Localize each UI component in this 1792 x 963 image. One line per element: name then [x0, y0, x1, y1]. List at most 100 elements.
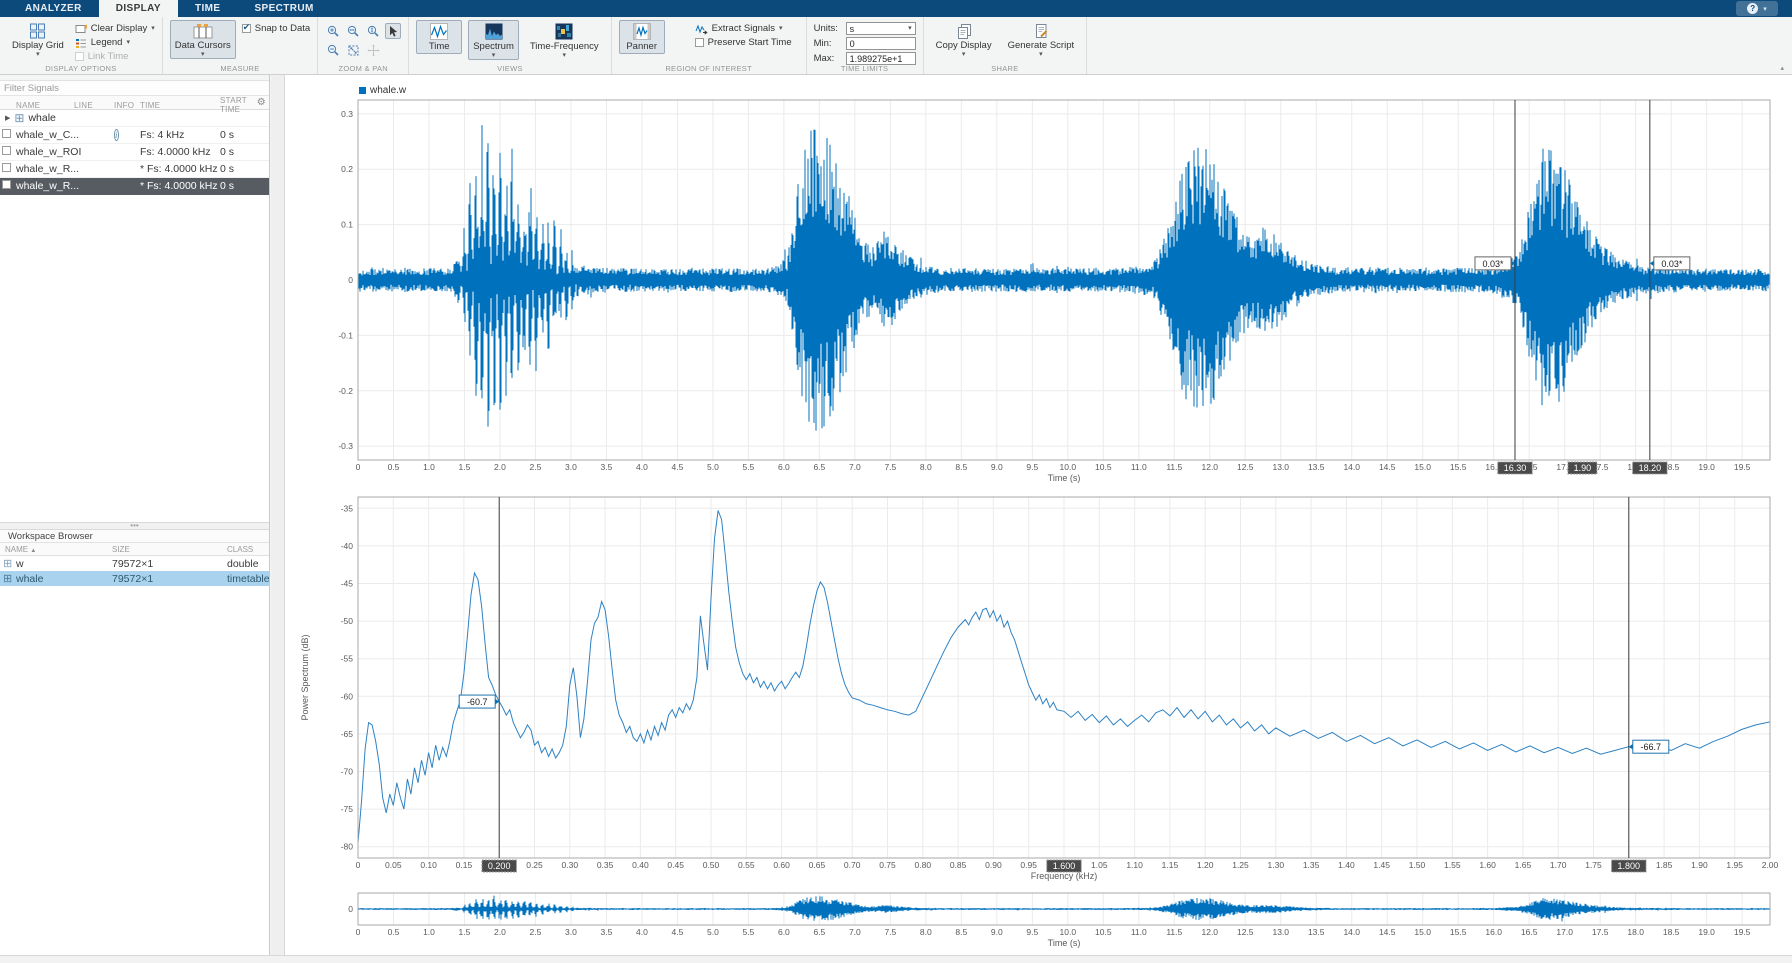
signal-start-time: 0 s — [220, 180, 235, 192]
legend-button[interactable]: Legend ▾ — [75, 36, 155, 49]
preserve-start-time-checkbox-box[interactable] — [694, 38, 704, 47]
cursor-value-label: -66.7 — [1641, 742, 1662, 752]
axis-tick-label: 1.10 — [1126, 860, 1143, 870]
legend: whale.w — [359, 85, 406, 96]
column-name[interactable]: NAME — [16, 101, 74, 110]
zoom-out-button[interactable] — [325, 42, 341, 58]
workspace-row[interactable]: ⊞ w 79572×1 double — [0, 556, 269, 571]
axis-tick-label: 12.0 — [1201, 927, 1218, 937]
display-grid-icon — [29, 23, 46, 39]
axis-tick-label: 1.95 — [1726, 860, 1743, 870]
axis-tick-label: 15.0 — [1414, 462, 1431, 472]
extract-signals-button[interactable]: Extract Signals ▾ — [695, 22, 792, 35]
axis-tick-label: -60 — [341, 691, 354, 701]
legend-icon — [75, 37, 87, 49]
data-cursors-button[interactable]: Data Cursors ▾ — [169, 20, 236, 59]
axis-tick-label: 0 — [348, 275, 353, 285]
copy-display-button[interactable]: Copy Display ▾ — [931, 20, 997, 59]
axis-tick-label: 1.45 — [1373, 860, 1390, 870]
axis-tick-label: 11.0 — [1131, 927, 1147, 937]
sidebar-scroll-gutter[interactable] — [271, 75, 285, 955]
display-area: whale.w 0 0.5 1.0 1.5 2.0 2.5 3.0 3.5 4.0 4.5 5.0 5… — [285, 75, 1792, 955]
column-line[interactable]: LINE — [74, 101, 114, 110]
axis-tick-label: 19.0 — [1698, 462, 1715, 472]
column-name[interactable]: NAME ▲ — [0, 545, 112, 554]
units-label: Units: — [813, 23, 838, 34]
signal-time: Fs: 4 kHz — [140, 129, 185, 141]
column-size[interactable]: SIZE — [112, 545, 227, 554]
titlebar: ANALYZER DISPLAY TIME SPECTRUM ? ▾ — [0, 0, 1792, 17]
signal-checkbox[interactable] — [2, 180, 11, 189]
axis-tick-label: 1.0 — [423, 462, 435, 472]
group-zoom-pan: ZOOM & PAN — [318, 17, 410, 74]
panel-splitter[interactable]: ••• — [0, 522, 269, 531]
spectrum-view-button[interactable]: Spectrum ▾ — [468, 20, 519, 60]
axis-tick-label: 2.0 — [494, 462, 506, 472]
time-frequency-view-button[interactable]: Time-Frequency ▾ — [525, 20, 604, 60]
workspace-row-selected[interactable]: ⊞ whale 79572×1 timetable — [0, 571, 270, 587]
signal-group-label: whale — [28, 112, 56, 124]
axis-tick-label: 9.5 — [1026, 462, 1038, 472]
group-label: ZOOM & PAN — [338, 64, 388, 73]
tab-display[interactable]: DISPLAY — [98, 0, 178, 17]
legend-swatch — [359, 87, 366, 94]
signal-row[interactable]: whale_w_R... * Fs: 4.0000 kHz 0 s — [0, 161, 269, 178]
display-grid-button[interactable]: Display Grid ▾ — [7, 20, 69, 59]
x-axis-label: Time (s) — [1048, 473, 1081, 483]
link-time-checkbox-box — [74, 52, 84, 61]
axis-tick-label: -50 — [341, 616, 354, 626]
fit-to-view-button[interactable] — [345, 42, 361, 58]
signal-checkbox[interactable] — [2, 146, 11, 155]
filter-signals-input[interactable]: Filter Signals — [0, 81, 269, 96]
snap-to-data-checkbox[interactable]: Snap to Data — [241, 22, 310, 35]
ribbon-collapse-button[interactable]: ▴ — [1780, 64, 1784, 72]
generate-script-button[interactable]: Generate Script ▾ — [1003, 20, 1080, 59]
axis-tick-label: 0.95 — [1020, 860, 1037, 870]
axis-tick-label: 14.0 — [1343, 927, 1360, 937]
pointer-tool-button[interactable] — [385, 23, 402, 39]
signal-row[interactable]: whale_w_ROI Fs: 4.0000 kHz 0 s — [0, 144, 269, 161]
extract-signals-label: Extract Signals — [711, 23, 776, 34]
grid — [358, 497, 1770, 858]
gear-icon[interactable]: ⚙ — [257, 97, 266, 108]
tab-time[interactable]: TIME — [178, 0, 238, 17]
tab-analyzer[interactable]: ANALYZER — [8, 0, 99, 17]
panner-button[interactable]: Panner — [618, 20, 665, 54]
axis-tick-label: -0.3 — [338, 441, 353, 451]
axis-tick-label: 8.0 — [920, 927, 932, 937]
zoom-in-y-button[interactable] — [365, 23, 381, 39]
column-info[interactable]: INFO — [114, 101, 140, 110]
tree-expander-icon[interactable]: ▶ — [5, 114, 10, 122]
signal-row[interactable]: whale_w_C... i Fs: 4 kHz 0 s — [0, 127, 269, 144]
axis-tick-label: 1.25 — [1232, 860, 1249, 870]
min-input[interactable] — [845, 37, 916, 50]
zoom-in-button[interactable] — [325, 23, 341, 39]
column-time[interactable]: TIME — [140, 101, 220, 110]
zoom-in-icon — [327, 25, 340, 38]
column-class[interactable]: CLASS — [227, 545, 269, 554]
chevron-down-icon: ▾ — [200, 51, 205, 58]
zoom-in-x-button[interactable] — [345, 23, 361, 39]
info-icon[interactable]: i — [114, 129, 119, 141]
signal-sidebar: Filter Signals NAME LINE INFO TIME START… — [0, 75, 270, 955]
clear-display-button[interactable]: ✦ Clear Display ▾ — [75, 22, 155, 35]
help-button[interactable]: ? ▾ — [1736, 1, 1778, 16]
units-select[interactable]: s ▾ — [845, 22, 916, 35]
signal-checkbox[interactable] — [2, 129, 11, 138]
axis-tick-label: 3.5 — [601, 927, 613, 937]
axis-tick-label: -75 — [341, 804, 354, 814]
axis-tick-label: 0.1 — [341, 220, 353, 230]
signal-row-selected[interactable]: whale_w_R... * Fs: 4.0000 kHz 0 s — [0, 178, 269, 195]
axis-tick-label: 2.5 — [530, 927, 542, 937]
tab-spectrum[interactable]: SPECTRUM — [237, 0, 330, 17]
axis-tick-label: 1.55 — [1444, 860, 1461, 870]
axis-tick-label: 13.0 — [1272, 927, 1289, 937]
snap-to-data-checkbox-box[interactable] — [241, 22, 251, 33]
axis-tick-label: 6.5 — [813, 927, 825, 937]
signal-checkbox[interactable] — [2, 163, 11, 172]
group-label: TIME LIMITS — [840, 64, 889, 73]
pointer-arrow-icon — [387, 25, 399, 38]
cursor-axis-badge-label: 1.90 — [1574, 463, 1592, 473]
time-view-button[interactable]: Time — [416, 20, 463, 54]
preserve-start-time-checkbox[interactable]: Preserve Start Time — [694, 36, 792, 49]
